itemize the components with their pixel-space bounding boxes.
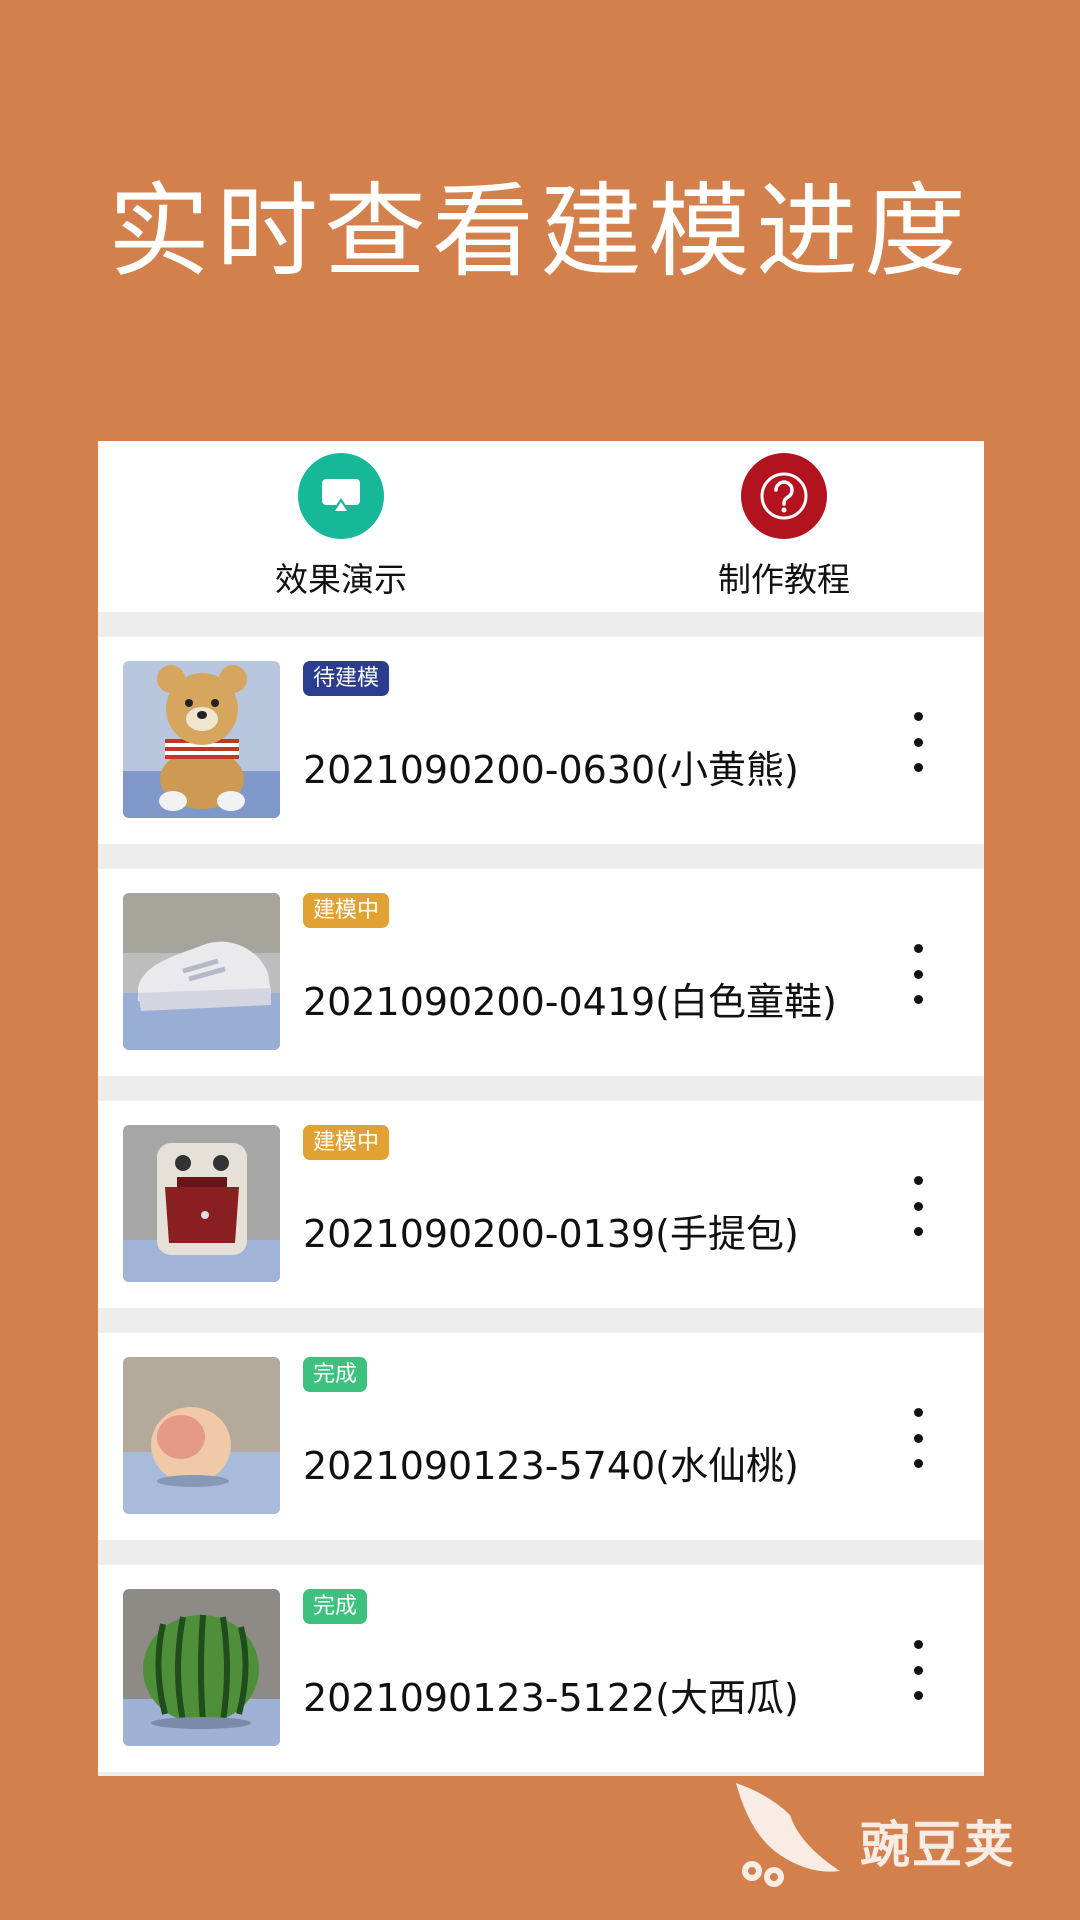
effect-demo-label: 效果演示 <box>275 560 407 599</box>
more-options-icon[interactable] <box>908 944 928 1004</box>
thumbnail-white-shoe <box>123 893 280 1050</box>
status-badge: 建模中 <box>303 1125 390 1160</box>
list-item[interactable]: 建模中 2021090200-0139(手提包) <box>98 1101 984 1308</box>
list-item[interactable]: 待建模 2021090200-0630(小黄熊) <box>98 637 984 844</box>
item-title: 2021090123-5122(大西瓜) <box>303 1676 799 1720</box>
status-badge: 完成 <box>303 1357 368 1392</box>
thumbnail-peach <box>123 1357 280 1514</box>
screen-cast-icon <box>298 453 384 539</box>
list-item[interactable]: 完成 2021090123-5122(大西瓜) <box>98 1565 984 1772</box>
item-title: 2021090123-5740(水仙桃) <box>303 1444 799 1488</box>
thumbnail-teddy-bear <box>123 661 280 818</box>
effect-demo-button[interactable]: 效果演示 <box>191 453 491 603</box>
tutorial-label: 制作教程 <box>718 560 850 599</box>
more-options-icon[interactable] <box>908 1408 928 1468</box>
model-list-card: 效果演示 制作教程 待建模 2021090200-0630(小黄熊) 建模中 2… <box>98 441 984 1776</box>
page-headline: 实时查看建模进度 <box>108 173 972 292</box>
wandoujia-watermark: 豌豆荚 <box>730 1775 1060 1900</box>
item-title: 2021090200-0630(小黄熊) <box>303 748 799 792</box>
thumbnail-backpack <box>123 1125 280 1282</box>
pea-pod-logo-icon <box>736 1783 840 1887</box>
item-title: 2021090200-0419(白色童鞋) <box>303 980 837 1024</box>
more-options-icon[interactable] <box>908 1176 928 1236</box>
list-item[interactable]: 完成 2021090123-5740(水仙桃) <box>98 1333 984 1540</box>
watermark-text: 豌豆荚 <box>860 1816 1016 1874</box>
status-badge: 建模中 <box>303 893 390 928</box>
more-options-icon[interactable] <box>908 712 928 772</box>
more-options-icon[interactable] <box>908 1640 928 1700</box>
item-title: 2021090200-0139(手提包) <box>303 1212 799 1256</box>
tutorial-button[interactable]: 制作教程 <box>634 453 934 603</box>
shortcut-bar: 效果演示 制作教程 <box>98 441 984 612</box>
thumbnail-watermelon <box>123 1589 280 1746</box>
list-item[interactable]: 建模中 2021090200-0419(白色童鞋) <box>98 869 984 1076</box>
status-badge: 完成 <box>303 1589 368 1624</box>
question-icon <box>741 453 827 539</box>
status-badge: 待建模 <box>303 661 390 696</box>
